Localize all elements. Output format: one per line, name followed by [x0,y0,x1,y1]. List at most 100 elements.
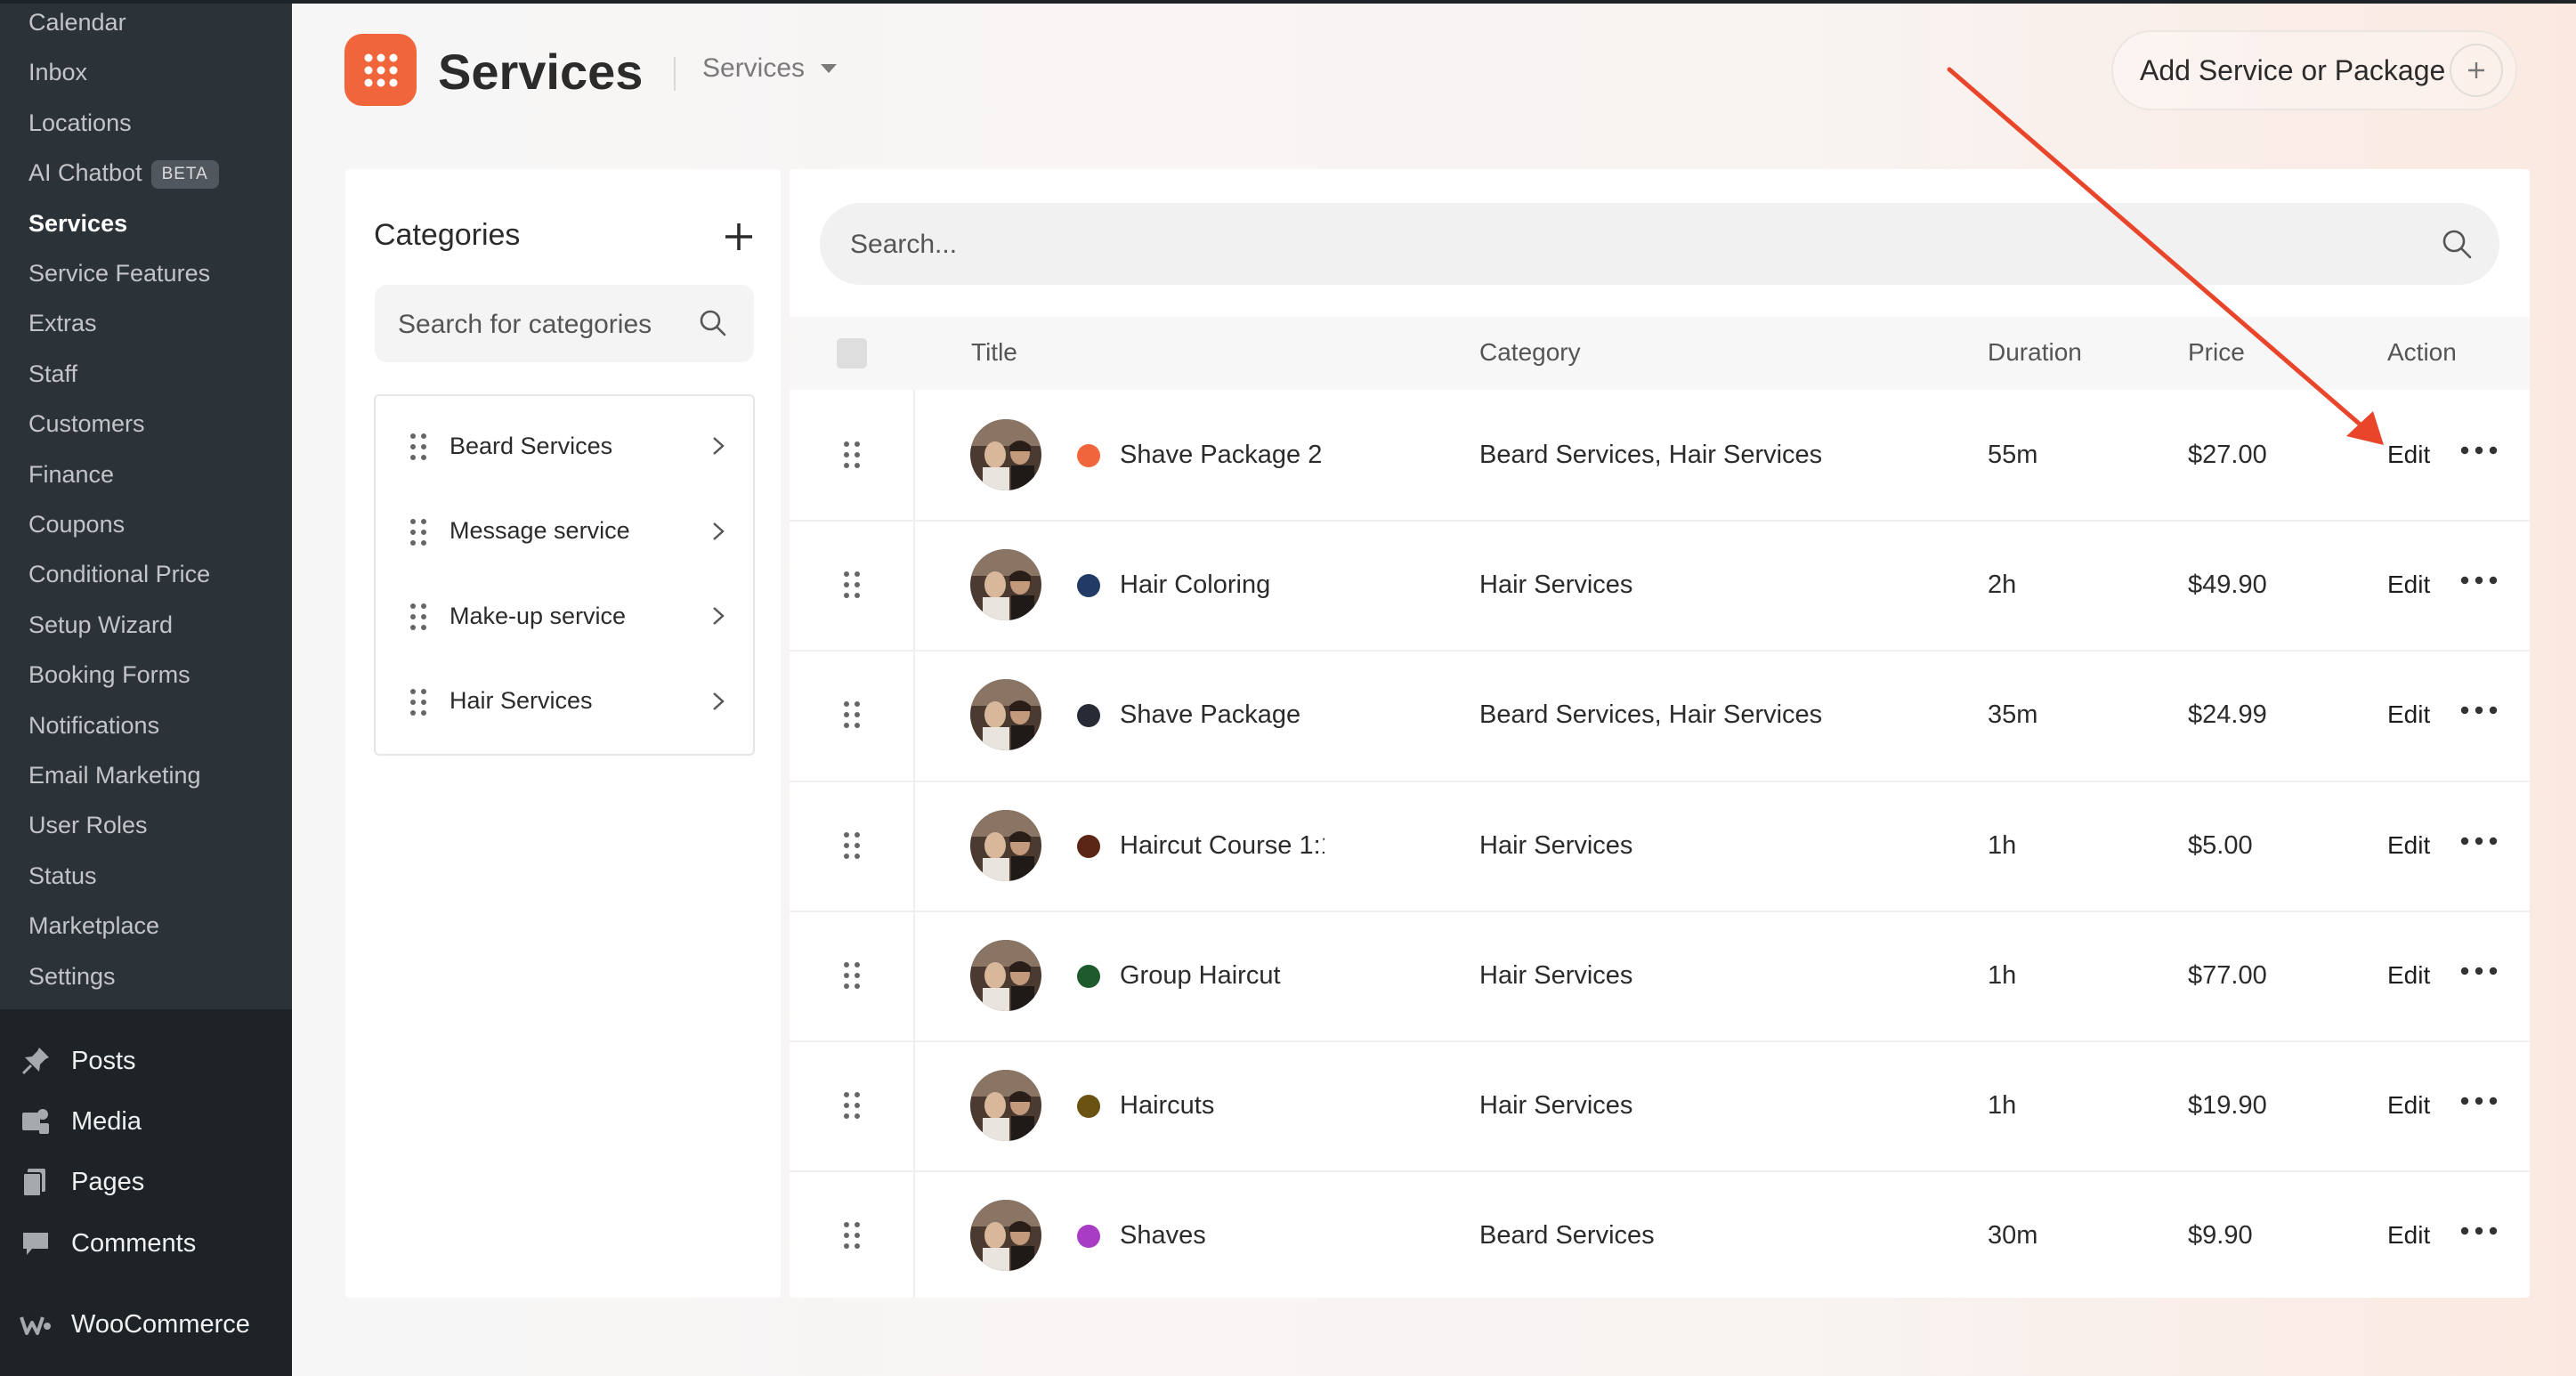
column-title[interactable]: Title [971,338,1017,367]
wp-submenu-item-finance[interactable]: Finance [28,453,114,496]
category-item-beard-services[interactable]: Beard Services [376,417,753,474]
more-options-icon[interactable] [2460,576,2498,585]
wp-menu-label: Media [71,1106,142,1136]
page-switcher[interactable]: Services [702,53,838,84]
drag-handle-icon[interactable] [843,441,861,469]
wp-menu-item-media[interactable]: Media [20,1097,142,1146]
drag-handle-icon[interactable] [843,700,861,729]
chevron-right-icon [713,692,725,710]
column-duration[interactable]: Duration [1988,338,2082,367]
more-options-icon[interactable] [2460,837,2498,846]
edit-link[interactable]: Edit [2387,961,2430,990]
add-category-icon[interactable] [723,221,755,253]
category-item-make-up-service[interactable]: Make-up service [376,587,753,644]
top-border [0,0,2576,4]
wp-submenu-item-conditional-price[interactable]: Conditional Price [28,553,210,595]
wp-submenu-item-services[interactable]: Services [28,202,127,245]
service-title[interactable]: Shave Package [1120,700,1324,730]
drag-handle-icon[interactable] [409,688,427,716]
wp-submenu-label: Notifications [28,711,160,739]
wp-submenu-item-service-features[interactable]: Service Features [28,252,210,295]
wp-menu-item-woocommerce[interactable]: WooCommerce [20,1299,250,1349]
add-service-label: Add Service or Package [2140,53,2446,86]
comment-icon [23,1233,48,1255]
table-row[interactable]: Haircuts Hair Services 1h $19.90 Edit [790,1040,2530,1170]
wp-menu-item-posts[interactable]: Posts [20,1036,136,1086]
service-title[interactable]: Shaves [1120,1221,1324,1251]
wp-submenu-item-inbox[interactable]: Inbox [28,51,87,93]
more-options-icon[interactable] [2460,446,2498,455]
wp-submenu-item-customers[interactable]: Customers [28,402,145,445]
drag-handle-icon[interactable] [843,1091,861,1120]
wp-submenu-item-booking-forms[interactable]: Booking Forms [28,653,190,696]
more-options-icon[interactable] [2460,1226,2498,1235]
service-title[interactable]: Haircuts [1120,1091,1324,1121]
wp-submenu-item-staff[interactable]: Staff [28,352,77,395]
more-options-icon[interactable] [2460,706,2498,715]
add-service-button[interactable]: Add Service or Package [2111,30,2517,110]
select-all-checkbox[interactable] [837,338,867,368]
wp-submenu-item-setup-wizard[interactable]: Setup Wizard [28,603,173,646]
edit-link[interactable]: Edit [2387,1091,2430,1120]
edit-link[interactable]: Edit [2387,1221,2430,1250]
table-row[interactable]: Shave Package 2 Beard Services, Hair Serv… [790,390,2530,520]
category-search-input[interactable] [396,285,693,364]
drag-handle-icon[interactable] [409,433,427,461]
more-options-icon[interactable] [2460,1097,2498,1105]
color-dot [1077,704,1100,728]
drag-handle-icon[interactable] [843,571,861,599]
table-row[interactable]: Group Haircut Hair Services 1h $77.00 Edit [790,911,2530,1040]
table-row[interactable]: Shave Package Beard Services, Hair Servic… [790,650,2530,780]
wp-submenu-item-coupons[interactable]: Coupons [28,503,125,546]
service-category: Beard Services [1479,1221,1655,1251]
wp-submenu-item-status[interactable]: Status [28,854,97,897]
table-row[interactable]: Haircut Course 1:1 - Online Hair Services… [790,781,2530,911]
category-item-hair-services[interactable]: Hair Services [376,673,753,730]
service-category: Beard Services, Hair Services [1479,441,1823,469]
wp-submenu-item-ai-chatbot[interactable]: AI Chatbot BETA [28,151,219,194]
drag-handle-icon[interactable] [409,603,427,631]
row-divider [790,650,2530,652]
table-row[interactable]: Hair Coloring Hair Services 2h $49.90 Edit [790,520,2530,650]
color-dot [1077,1225,1100,1249]
wp-submenu-item-user-roles[interactable]: User Roles [28,804,148,846]
wp-admin-sidebar: Calendar Inbox Locations AI Chatbot BETA Serv… [0,0,292,1376]
wp-submenu-label: Service Features [28,260,211,287]
wp-submenu-item-extras[interactable]: Extras [28,302,97,344]
wp-submenu-item-calendar[interactable]: Calendar [28,1,126,44]
wp-submenu-item-email-marketing[interactable]: Email Marketing [28,754,201,797]
table-row[interactable]: Shaves Beard Services 30m $9.90 Edit [790,1170,2530,1300]
column-price[interactable]: Price [2188,338,2245,367]
drag-handle-icon[interactable] [843,1221,861,1250]
category-name: Hair Services [450,687,593,714]
drag-handle-icon[interactable] [843,831,861,860]
wp-menu-item-comments[interactable]: Comments [20,1218,196,1268]
service-avatar [970,1200,1041,1272]
wp-submenu-item-settings[interactable]: Settings [28,955,116,998]
drag-handle-icon[interactable] [409,518,427,546]
search-icon[interactable] [699,309,727,337]
wp-submenu-item-marketplace[interactable]: Marketplace [28,904,159,947]
edit-link[interactable]: Edit [2387,571,2430,599]
app-logo [344,34,417,106]
wp-submenu-item-notifications[interactable]: Notifications [28,704,159,747]
wp-submenu-label: Inbox [28,59,88,86]
service-title[interactable]: Group Haircut [1120,961,1324,991]
edit-link[interactable]: Edit [2387,441,2430,469]
column-category[interactable]: Category [1479,338,1581,367]
service-title[interactable]: Haircut Course 1:1 - Online [1120,831,1324,861]
service-search-input[interactable] [848,203,2365,287]
service-title[interactable]: Shave Package 2 [1120,441,1324,470]
color-dot [1077,964,1100,988]
more-options-icon[interactable] [2460,967,2498,975]
edit-link[interactable]: Edit [2387,831,2430,860]
category-item-message-service[interactable]: Message service [376,503,753,560]
wp-submenu-label: Conditional Price [28,561,211,588]
edit-link[interactable]: Edit [2387,700,2430,729]
wp-menu-item-pages[interactable]: Pages [20,1157,144,1207]
drag-handle-icon[interactable] [843,961,861,990]
search-icon[interactable] [2441,228,2473,260]
service-title[interactable]: Hair Coloring [1120,571,1324,600]
wp-submenu-item-locations[interactable]: Locations [28,101,132,144]
wp-submenu-label: Status [28,862,97,889]
